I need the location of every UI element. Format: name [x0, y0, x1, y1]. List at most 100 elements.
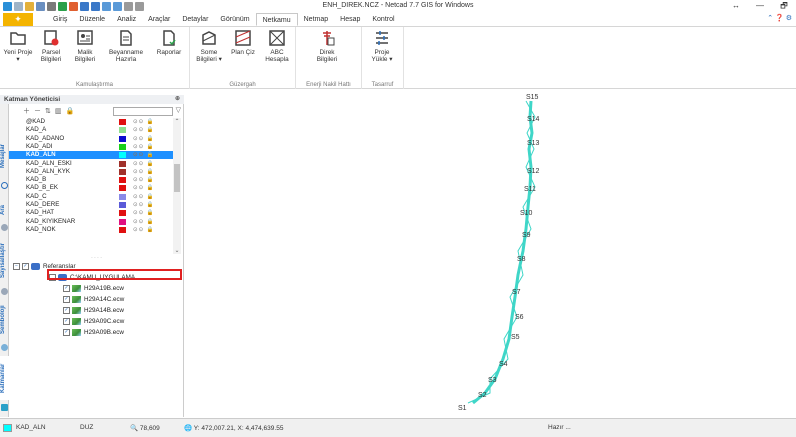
layer-row[interactable]: @KAD ⊙⊙ 🔒 [9, 118, 173, 126]
pole-label[interactable]: S1 [458, 405, 467, 412]
help-icon[interactable]: ❓ [775, 15, 784, 22]
layer-visibility-lock-icons[interactable]: ⊙⊙ 🔒 [133, 176, 155, 184]
tab-detaylar[interactable]: Detaylar [176, 13, 214, 26]
layer-color-swatch[interactable] [119, 168, 126, 175]
layer-visibility-lock-icons[interactable]: ⊙⊙ 🔒 [133, 193, 155, 201]
image-node[interactable]: ✓ H29A14B.ecw [63, 306, 124, 315]
sort-icon[interactable]: ⇅ [45, 107, 51, 115]
layer-row[interactable]: KAD_KIYIKENAR ⊙⊙ 🔒 [9, 218, 173, 226]
tab-duzenle[interactable]: Düzenle [73, 13, 111, 26]
filter-icon[interactable]: ▽ [176, 106, 181, 114]
layer-visibility-lock-icons[interactable]: ⊙⊙ 🔒 [133, 226, 155, 234]
direk-bilgileri-button[interactable]: Direk Bilgileri [312, 29, 342, 63]
pole-label[interactable]: S8 [517, 256, 526, 263]
layer-visibility-lock-icons[interactable]: ⊙⊙ 🔒 [133, 126, 155, 134]
layer-color-swatch[interactable] [119, 218, 126, 225]
layer-visibility-lock-icons[interactable]: ⊙⊙ 🔒 [133, 143, 155, 151]
layer-row[interactable]: KAD_A ⊙⊙ 🔒 [9, 126, 173, 134]
info-icon[interactable] [1, 182, 8, 189]
layer-visibility-lock-icons[interactable]: ⊙⊙ 🔒 [133, 118, 155, 126]
digitize-icon[interactable] [1, 288, 8, 295]
status-zoom[interactable]: 🔍 78,609 [130, 424, 160, 432]
pole-label[interactable]: S9 [522, 232, 531, 239]
tab-sayisallastir[interactable]: Sayısallaştır [0, 234, 9, 286]
abc-hesapla-button[interactable]: ABC Hesapla [262, 29, 292, 63]
malik-bilgileri-button[interactable]: Malik Bilgileri [70, 29, 100, 63]
layer-color-swatch[interactable] [119, 127, 126, 134]
layer-search-input[interactable] [113, 107, 173, 116]
status-mode[interactable]: DUZ [80, 424, 93, 431]
layer-color-swatch[interactable] [119, 202, 126, 208]
tab-gorunum[interactable]: Görünüm [214, 13, 255, 26]
layer-visibility-lock-icons[interactable]: ⊙⊙ 🔒 [133, 218, 155, 226]
settings-icon[interactable]: ⚙ [786, 15, 792, 22]
tab-ara[interactable]: Ara [0, 200, 9, 220]
scroll-up-icon[interactable]: ⌃ [173, 118, 181, 125]
pole-label[interactable]: S13 [527, 140, 539, 147]
tab-katmanlar[interactable]: Katmanlar [0, 356, 9, 400]
pole-label[interactable]: S3 [488, 377, 497, 384]
layer-color-swatch[interactable] [119, 193, 126, 200]
layer-visibility-lock-icons[interactable]: ⊙⊙ 🔒 [133, 160, 155, 168]
status-layer[interactable]: KAD_ALN [16, 424, 46, 431]
layer-row[interactable]: KAD_B ⊙⊙ 🔒 [9, 176, 173, 184]
pole-label[interactable]: S4 [499, 361, 508, 368]
proje-yukle-button[interactable]: Proje Yükle ▾ [367, 29, 397, 63]
tab-semboloji[interactable]: Semboloji [0, 300, 9, 340]
scroll-thumb[interactable] [174, 164, 180, 192]
pin-icon[interactable]: ⊕ [175, 95, 180, 104]
scroll-down-icon[interactable]: ⌄ [173, 247, 181, 254]
layer-row[interactable]: KAD_ALN ⊙⊙ 🔒 [9, 151, 173, 160]
pole-label[interactable]: S7 [512, 289, 521, 296]
layer-row[interactable]: KAD_ALN_KYK ⊙⊙ 🔒 [9, 168, 173, 176]
layer-visibility-lock-icons[interactable]: ⊙⊙ 🔒 [133, 135, 155, 143]
layer-color-swatch[interactable] [119, 226, 126, 233]
collapse-icon[interactable]: − [13, 263, 20, 270]
layer-visibility-lock-icons[interactable]: ⊙⊙ 🔒 [133, 209, 155, 217]
layer-row[interactable]: KAD_ADI ⊙⊙ 🔒 [9, 143, 173, 151]
resize-icon[interactable]: ↔ [724, 0, 748, 13]
tab-mesajlar[interactable]: Mesajlar [0, 136, 9, 176]
plan-ciz-button[interactable]: Plan Çiz [228, 29, 258, 56]
image-node[interactable]: ✓ H29A09B.ecw [63, 328, 124, 337]
image-node[interactable]: ✓ H29A09C.ecw [63, 317, 124, 326]
tab-analiz[interactable]: Analiz [111, 13, 142, 26]
layer-visibility-lock-icons[interactable]: ⊙⊙ 🔒 [133, 168, 155, 176]
file-menu-button[interactable]: ✦ [3, 13, 33, 26]
pole-label[interactable]: S5 [511, 334, 520, 341]
search-icon[interactable] [1, 224, 8, 231]
layer-color-swatch[interactable] [119, 119, 126, 125]
layer-row[interactable]: KAD_ALN_ESKI ⊙⊙ 🔒 [9, 160, 173, 168]
layer-row[interactable]: KAD_HAT ⊙⊙ 🔒 [9, 209, 173, 217]
image-checkbox[interactable]: ✓ [63, 318, 70, 325]
layer-row[interactable]: KAD_ADANO ⊙⊙ 🔒 [9, 135, 173, 143]
tab-giris[interactable]: Giriş [47, 13, 73, 26]
layer-visibility-lock-icons[interactable]: ⊙⊙ 🔒 [133, 184, 155, 192]
tab-netkamu[interactable]: Netkamu [255, 13, 298, 26]
remove-layer-icon[interactable]: － [34, 106, 41, 116]
pole-label[interactable]: S11 [524, 186, 536, 193]
symbology-icon[interactable] [1, 344, 8, 351]
tab-araclar[interactable]: Araçlar [142, 13, 176, 26]
layer-color-swatch[interactable] [119, 177, 126, 184]
yeni-proje-button[interactable]: Yeni Proje ▾ [3, 29, 33, 63]
layer-color-swatch[interactable] [119, 185, 126, 192]
image-checkbox[interactable]: ✓ [63, 307, 70, 314]
tab-netmap[interactable]: Netmap [298, 13, 335, 26]
image-node[interactable]: ✓ H29A19B.ecw [63, 284, 124, 293]
layer-row[interactable]: KAD_DERE ⊙⊙ 🔒 [9, 201, 173, 209]
layer-color-swatch[interactable] [119, 135, 126, 142]
layer-row[interactable]: KAD_B_EK ⊙⊙ 🔒 [9, 184, 173, 192]
lock-icon[interactable]: 🔒 [66, 107, 75, 115]
image-checkbox[interactable]: ✓ [63, 329, 70, 336]
pole-label[interactable]: S6 [515, 314, 524, 321]
beyanname-hazirla-button[interactable]: Beyanname Hazırla [106, 29, 146, 63]
layer-list-scrollbar[interactable]: ⌃ ⌄ [173, 118, 181, 254]
some-bilgileri-button[interactable]: Some Bilgileri ▾ [194, 29, 224, 63]
layer-color-swatch[interactable] [119, 160, 126, 167]
tab-kontrol[interactable]: Kontrol [366, 13, 400, 26]
restore-button[interactable]: 🗗 [772, 0, 796, 13]
ribbon-collapse-icon[interactable]: ⌃ [767, 15, 773, 22]
add-layer-icon[interactable]: ＋ [23, 106, 30, 116]
tab-hesap[interactable]: Hesap [334, 13, 366, 26]
